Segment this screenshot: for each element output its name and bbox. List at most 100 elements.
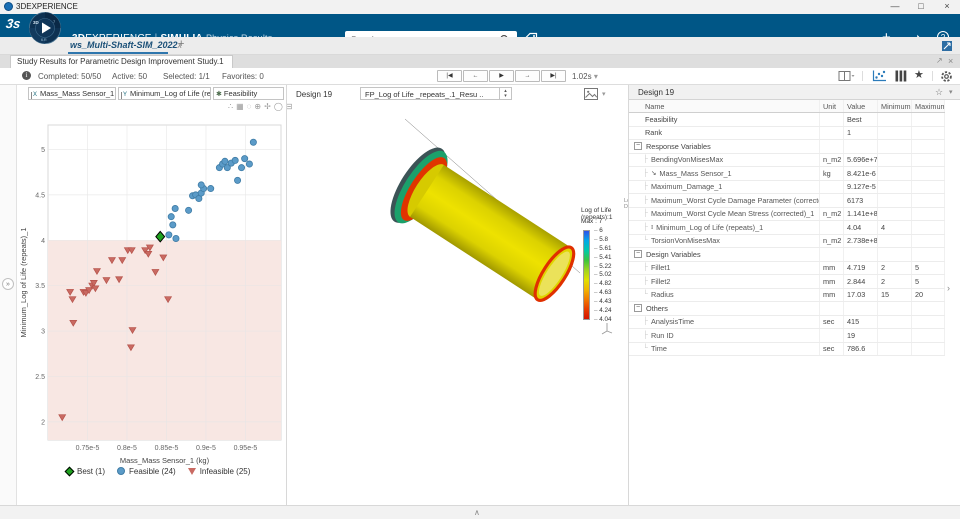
column-header-value[interactable]: Value [844,100,878,112]
spin-down-icon[interactable]: ▾ [504,93,507,99]
active-count: Active: 50 [112,72,148,81]
collapse-group-icon[interactable]: − [634,304,642,313]
column-header-name[interactable]: Name [629,100,820,112]
viewport-3d[interactable]: Log of Life (repeats):1 Max : 7 65.85.61… [287,101,714,505]
expand-right-icon[interactable]: › [947,283,950,293]
scatter-point-feasible[interactable] [249,138,257,146]
playback-play-button[interactable]: ▶ [489,70,514,82]
cell-name: Rank [629,126,820,139]
table-row[interactable]: ├ Maximum_Worst Cycle Mean Stress (correc… [629,207,945,221]
frame-plot-selector[interactable]: FP_Log of Life _repeats_.1_Resu .. ▴ ▾ [360,87,512,100]
column-header-maximum[interactable]: Maximum [912,100,945,112]
cell-value: 9.127e-5 [844,180,878,193]
expand-bottom-panel-icon[interactable]: ∧ [474,508,480,517]
y-tick-label: 5 [41,147,45,154]
table-row[interactable]: └ TorsionVonMisesMax n_m2 2.738e+8 [629,234,945,248]
legend-item[interactable]: Infeasible (25) [187,467,250,476]
scatter-point-feasible[interactable] [167,213,175,221]
table-group-row[interactable]: − Response Variables [629,140,945,154]
new-tab-button[interactable]: + [178,38,184,50]
table-row[interactable]: Rank 1 [629,126,945,140]
window-title-bar: 3DEXPERIENCE — □ × [0,0,960,14]
scatter-point-feasible[interactable] [169,221,177,229]
scatter-point-feasible[interactable] [197,181,205,189]
playback-speed[interactable]: 1.02s ▾ [572,72,598,81]
table-row[interactable]: └ Radius mm 17.03 15 20 [629,288,945,302]
collapse-group-icon[interactable]: − [634,250,642,259]
table-row[interactable]: ├ AnalysisTime sec 415 [629,315,945,329]
table-row[interactable]: Feasibility Best [629,113,945,127]
playback-step-forward-button[interactable]: → [515,70,540,82]
tree-connector: ├ [643,183,648,191]
cell-minimum [878,248,912,261]
cell-name: ├ Maximum_Damage_1 [629,180,820,193]
maximize-button[interactable]: □ [910,0,932,13]
shaft-model[interactable] [327,101,627,351]
scatter-point-feasible[interactable] [165,231,173,239]
scatter-point-feasible[interactable] [245,160,253,168]
frame-spinner[interactable]: ▴ ▾ [499,88,511,99]
table-columns-icon[interactable] [895,70,907,82]
close-button[interactable]: × [936,0,958,13]
playback-step-back-button[interactable]: ← [463,70,488,82]
favorites-star-icon[interactable]: ★ [914,68,924,81]
table-row[interactable]: ├ Maximum_Damage_1 9.127e-5 [629,180,945,194]
x-tick-label: 0.85e-5 [155,445,179,452]
expand-left-panel-icon[interactable]: » [2,278,14,290]
y-tick-label: 4.5 [35,192,45,199]
table-row[interactable]: ├ Ι Minimum_Log of Life (repeats)_1 4.04 4 [629,221,945,235]
scatter-point-feasible[interactable] [231,156,239,164]
info-icon[interactable]: i [22,71,31,80]
column-header-unit[interactable]: Unit [820,100,844,112]
fit-view-icon[interactable]: ◯ [274,102,286,111]
scatter-point-feasible[interactable] [172,234,180,242]
settings-gear-icon[interactable] [940,70,953,83]
minimize-button[interactable]: — [884,0,906,13]
playback-skip-to-start-button[interactable]: |◀ [437,70,462,82]
tab-study-results[interactable]: Study Results for Parametric Design Impr… [10,55,233,68]
scatter-point-feasible[interactable] [234,176,242,184]
table-row[interactable]: ├ Fillet1 mm 4.719 2 5 [629,261,945,275]
x-axis-variable-dropdown[interactable]: X Mass_Mass Sensor_1 [28,87,116,100]
x-axis-icon: X [31,92,38,99]
layout-split-icon[interactable] [838,70,855,82]
box-select-icon[interactable]: ▦ [236,102,247,111]
tab-multi-shaft-sim[interactable]: ws_Multi-Shaft-SIM_2022x [70,40,182,50]
collapse-group-icon[interactable]: − [634,142,642,151]
table-group-row[interactable]: − Design Variables [629,248,945,262]
select-points-icon[interactable]: ∴ [228,102,236,111]
scatter-chart-icon[interactable] [872,70,887,82]
expand-widget-icon[interactable] [941,40,953,52]
cell-value [844,302,878,315]
scatter-point-feasible[interactable] [171,205,179,213]
pan-icon[interactable]: ✢ [264,102,274,111]
scatter-point-feasible[interactable] [207,185,215,193]
scatter-point-feasible[interactable] [241,155,249,163]
capture-image-icon[interactable] [584,88,599,100]
close-view-icon[interactable]: × [948,56,953,66]
table-group-row[interactable]: − Others [629,302,945,316]
compass-logo[interactable]: 3D 7 6.R [28,11,62,45]
color-variable-dropdown[interactable]: ✱ Feasibility [213,87,284,100]
column-header-minimum[interactable]: Minimum [878,100,912,112]
scatter-plot[interactable]: 0.75e-5 0.8e-5 0.85e-5 0.9e-5 0.95e-5 2 2.5 3 3.… [18,113,286,465]
zoom-icon[interactable]: ⊕ [254,102,264,111]
scatter-point-feasible[interactable] [185,206,193,214]
table-row[interactable]: ├ Fillet2 mm 2.844 2 5 [629,275,945,289]
favorite-design-star-icon[interactable]: ☆ [935,87,943,98]
table-row[interactable]: ├ Maximum_Worst Cycle Damage Parameter (c… [629,194,945,208]
scatter-point-feasible[interactable] [238,164,246,172]
table-row[interactable]: └ Time sec 786.6 [629,342,945,356]
cell-maximum [912,167,945,180]
y-axis-variable-dropdown[interactable]: Y Minimum_Log of Life (re... [118,87,211,100]
scatter-point-feasible[interactable] [221,157,229,165]
table-row[interactable]: ├ Run ID 19 [629,329,945,343]
popout-view-icon[interactable]: ↗ [936,56,943,65]
chevron-down-icon[interactable]: ▾ [602,90,606,98]
chevron-down-icon[interactable]: ▾ [949,88,953,96]
table-row[interactable]: ├ BendingVonMisesMax n_m2 5.696e+7 [629,153,945,167]
legend-item[interactable]: Best (1) [64,466,105,477]
playback-skip-to-end-button[interactable]: ▶| [541,70,566,82]
table-row[interactable]: ├ ↘ Mass_Mass Sensor_1 kg 8.421e-6 [629,167,945,181]
legend-item[interactable]: Feasible (24) [117,467,176,476]
